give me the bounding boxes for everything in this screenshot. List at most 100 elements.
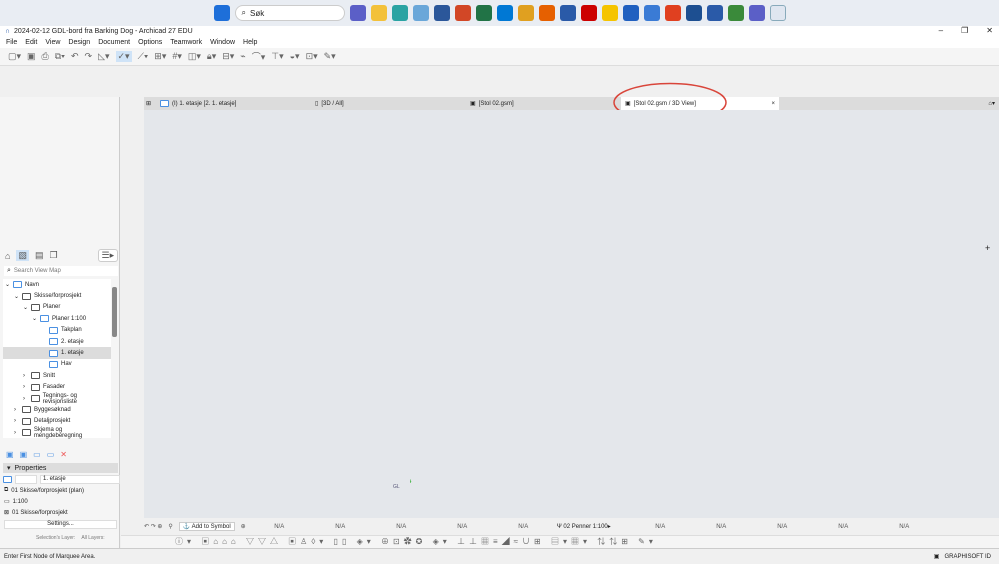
undo-icon[interactable]: ↶ <box>71 51 79 62</box>
expand-chevron-icon[interactable]: › <box>14 430 19 436</box>
view-id-field[interactable] <box>15 475 37 484</box>
app-icon[interactable] <box>622 5 639 21</box>
distribute-icon[interactable]: ⊟▾ <box>222 51 234 62</box>
delete-icon[interactable]: ✕ <box>60 450 67 459</box>
clone-view-icon[interactable]: ▣ <box>20 450 28 459</box>
firefox-icon[interactable] <box>538 5 555 21</box>
tree-item[interactable]: ⌄ Planer 1:100 <box>3 313 111 324</box>
expand-chevron-icon[interactable]: › <box>14 407 19 413</box>
minimize-button[interactable]: – <box>939 26 943 35</box>
app-icon[interactable] <box>664 5 681 21</box>
expand-chevron-icon[interactable]: › <box>23 396 28 402</box>
menu-document[interactable]: Document <box>98 39 130 46</box>
print-icon[interactable]: ⎙ <box>42 51 49 62</box>
add-to-symbol-button[interactable]: ⚓ Add to Symbol <box>178 522 235 531</box>
view-map-search[interactable]: ⌕ Search View Map <box>4 266 118 276</box>
angle-value[interactable]: N/A <box>313 524 368 530</box>
tab-options-icon[interactable]: ⌂▾ <box>988 100 999 107</box>
tree-item[interactable]: Takplan <box>3 325 111 336</box>
magic-wand-icon[interactable]: ⌁ <box>240 51 245 62</box>
archicad-icon[interactable] <box>706 5 723 21</box>
expand-chevron-icon[interactable]: ⌄ <box>23 304 28 311</box>
publish-icon[interactable]: ⊡▾ <box>306 51 318 62</box>
chrome-icon[interactable] <box>517 5 534 21</box>
expand-chevron-icon[interactable]: › <box>23 384 28 390</box>
restore-button[interactable]: ❐ <box>961 26 968 35</box>
file-explorer-icon[interactable] <box>370 5 387 21</box>
tree-item[interactable]: ⌄ Planer <box>3 302 111 313</box>
new-folder-icon[interactable]: ▭ <box>33 450 41 459</box>
properties-header[interactable]: ▾ Properties <box>3 463 118 473</box>
group-icon[interactable]: ◫▾ <box>188 51 201 62</box>
menu-options[interactable]: Options <box>138 39 162 46</box>
redo-icon[interactable]: ↷ <box>85 51 93 62</box>
navigator-menu-button[interactable]: ☰▸ <box>97 249 119 262</box>
tree-item[interactable]: › Snitt <box>3 370 111 381</box>
app-icon[interactable] <box>727 5 744 21</box>
scale-value[interactable]: 1:100 <box>13 499 28 505</box>
grid-icon[interactable]: #▾ <box>172 51 182 62</box>
expand-chevron-icon[interactable]: › <box>14 418 19 424</box>
view-map-icon[interactable]: ▧ <box>16 250 29 261</box>
model-view-value[interactable]: N/A <box>633 524 688 530</box>
zoom-icons[interactable]: ↶ ↷ ⊕ <box>144 523 162 530</box>
tree-item[interactable]: › Fasader <box>3 382 111 393</box>
render-icon[interactable]: ◒▾ <box>290 51 300 62</box>
expand-chevron-icon[interactable]: ⌄ <box>32 315 37 322</box>
zoom-value[interactable]: N/A <box>252 524 307 530</box>
line-icon[interactable]: ⟋▾ <box>138 51 149 62</box>
dimension-value[interactable]: N/A <box>877 524 932 530</box>
tree-item[interactable]: ⌄ Skisse/forprosjekt <box>3 290 111 301</box>
teams-icon[interactable] <box>748 5 765 21</box>
expand-chevron-icon[interactable]: › <box>23 373 28 379</box>
align-icon[interactable]: ⊞▾ <box>154 51 166 62</box>
lock-icon[interactable]: 🔒︎▾ <box>207 51 216 62</box>
windows-start-icon[interactable] <box>213 5 230 21</box>
snap-icon[interactable]: ✓▾ <box>115 51 132 62</box>
menu-view[interactable]: View <box>45 39 60 46</box>
tab-stol-gsm[interactable]: ▣ [Stol 02.gsm] <box>466 97 621 110</box>
app-icon[interactable] <box>685 5 702 21</box>
app-icon[interactable] <box>601 5 618 21</box>
view-name-field[interactable]: 1. etasje <box>40 475 120 484</box>
tree-item[interactable]: 1. etasje <box>3 347 111 359</box>
edge-icon[interactable] <box>391 5 408 21</box>
publisher-sets-icon[interactable]: ❐ <box>49 250 57 261</box>
tab-overview-icon[interactable]: ⊞ <box>144 100 156 107</box>
tab-floor-plan[interactable]: (I) 1. etasje [2. 1. etasje] <box>156 97 311 110</box>
expand-chevron-icon[interactable]: ⌄ <box>5 281 10 288</box>
menu-teamwork[interactable]: Teamwork <box>170 39 202 46</box>
settings-button[interactable]: Settings... <box>4 520 117 529</box>
renovation-value[interactable]: N/A <box>755 524 810 530</box>
tree-item[interactable]: › Skjema og mengdeberegning <box>3 427 111 439</box>
menu-help[interactable]: Help <box>243 39 257 46</box>
quick-options-toolbar[interactable]: ⓘ▾ ▣⌂⌂⌂ ▽▽△ ▣♙◊▾ ▯▯ ◈▾ ⊕⊡✿✪ ◈▾ ⊥⊥▦≡◢≈∪⊞ … <box>121 535 999 548</box>
guide-icon[interactable]: ◺▾ <box>98 51 109 62</box>
scale-value[interactable]: N/A <box>374 524 429 530</box>
new-view-icon[interactable]: ▣ <box>6 450 14 459</box>
pan-icon[interactable]: ⚲ <box>168 523 172 530</box>
powerpoint-icon[interactable] <box>454 5 471 21</box>
expand-chevron-icon[interactable]: ⌄ <box>14 293 19 300</box>
acrobat-icon[interactable] <box>580 5 597 21</box>
layers-icon[interactable]: ⧉▾ <box>55 51 65 62</box>
new-file-icon[interactable]: ▢▾ <box>8 51 21 62</box>
save-icon[interactable]: ▣ <box>27 51 36 62</box>
archicad-active-icon[interactable] <box>769 5 786 21</box>
layer-combo-value[interactable]: N/A <box>435 524 490 530</box>
taskbar-search[interactable]: ⌕ Søk <box>234 5 345 21</box>
layer-combination[interactable]: 01 Skisse/forprosjekt (plan) <box>11 488 84 494</box>
close-tab-button[interactable]: × <box>771 101 775 107</box>
zoom-icon[interactable]: ⊕ <box>241 523 246 530</box>
close-window-button[interactable]: ✕ <box>986 26 993 35</box>
model-view-options[interactable]: 01 Skisse/forprosjekt <box>12 510 68 516</box>
tree-item[interactable]: › Byggesøknad <box>3 404 111 415</box>
override-value[interactable]: N/A <box>694 524 749 530</box>
settings-icon[interactable]: ▭ <box>47 450 55 459</box>
3d-view-canvas[interactable]: GL ᵼ + <box>144 110 999 518</box>
project-map-icon[interactable]: ⌂ <box>5 251 10 261</box>
menu-file[interactable]: File <box>6 39 17 46</box>
tree-item[interactable]: 2. etasje <box>3 336 111 347</box>
tree-item[interactable]: › Detaljprosjekt <box>3 416 111 427</box>
tab-3d-all[interactable]: ▯ [3D / All] <box>311 97 466 110</box>
